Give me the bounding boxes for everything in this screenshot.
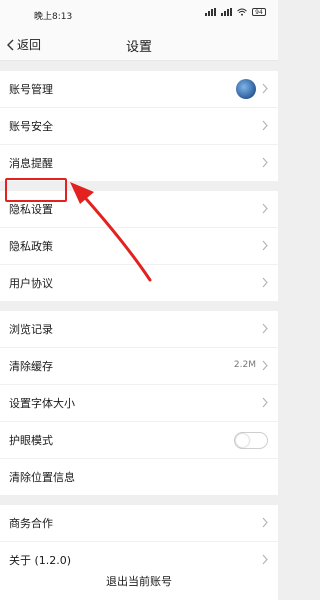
row-eye-protection: 护眼模式: [0, 421, 278, 458]
chevron-right-icon: [262, 517, 268, 528]
chevron-right-icon: [262, 240, 268, 251]
toggle-knob: [236, 434, 249, 447]
row-browse-history[interactable]: 浏览记录: [0, 311, 278, 347]
status-bar: 晚上8:13 94: [0, 0, 278, 28]
eye-protection-toggle[interactable]: [234, 432, 268, 449]
chevron-right-icon: [262, 120, 268, 131]
avatar: [236, 79, 256, 99]
row-label: 浏览记录: [9, 323, 53, 336]
signal-icon-2: [221, 8, 232, 16]
row-label: 账号管理: [9, 83, 53, 96]
chevron-right-icon: [262, 277, 268, 288]
chevron-right-icon: [262, 554, 268, 565]
signal-icon: [205, 8, 216, 16]
settings-group-general: 浏览记录 清除缓存 2.2M 设置字体大小 护眼模式 清除位置信息: [0, 311, 278, 495]
row-message-reminder[interactable]: 消息提醒: [0, 144, 278, 181]
chevron-right-icon: [262, 323, 268, 334]
annotation-highlight-box: [5, 178, 67, 202]
row-label: 商务合作: [9, 517, 53, 530]
row-label: 账号安全: [9, 120, 53, 133]
wifi-icon: [237, 8, 247, 16]
chevron-right-icon: [262, 83, 268, 94]
chevron-right-icon: [262, 397, 268, 408]
chevron-right-icon: [262, 157, 268, 168]
annotation-arrow-icon: [70, 182, 152, 282]
row-label: 清除缓存: [9, 360, 53, 373]
row-label: 隐私设置: [9, 203, 53, 216]
chevron-right-icon: [262, 360, 268, 371]
settings-group-account: 账号管理 账号安全 消息提醒: [0, 71, 278, 181]
row-label: 护眼模式: [9, 434, 53, 447]
page-title: 设置: [125, 40, 152, 55]
battery-icon: 94: [252, 8, 266, 16]
row-account-security[interactable]: 账号安全: [0, 107, 278, 144]
row-label: 关于 (1.2.0): [9, 554, 72, 567]
row-business-cooperation[interactable]: 商务合作: [0, 505, 278, 541]
row-label: 设置字体大小: [9, 397, 75, 410]
row-account-management[interactable]: 账号管理: [0, 71, 278, 107]
row-label: 消息提醒: [9, 157, 53, 170]
status-time: 晚上8:13: [34, 12, 73, 22]
row-clear-location[interactable]: 清除位置信息: [0, 458, 278, 495]
row-label: 用户协议: [9, 277, 53, 290]
row-font-size[interactable]: 设置字体大小: [0, 384, 278, 421]
row-clear-cache[interactable]: 清除缓存 2.2M: [0, 347, 278, 384]
chevron-right-icon: [262, 203, 268, 214]
logout-button[interactable]: 退出当前账号: [0, 568, 278, 600]
cache-size-value: 2.2M: [233, 360, 256, 370]
nav-bar: 返回 设置: [0, 28, 278, 61]
status-icons: 94: [205, 8, 266, 16]
row-label: 隐私政策: [9, 240, 53, 253]
row-label: 清除位置信息: [9, 471, 75, 484]
